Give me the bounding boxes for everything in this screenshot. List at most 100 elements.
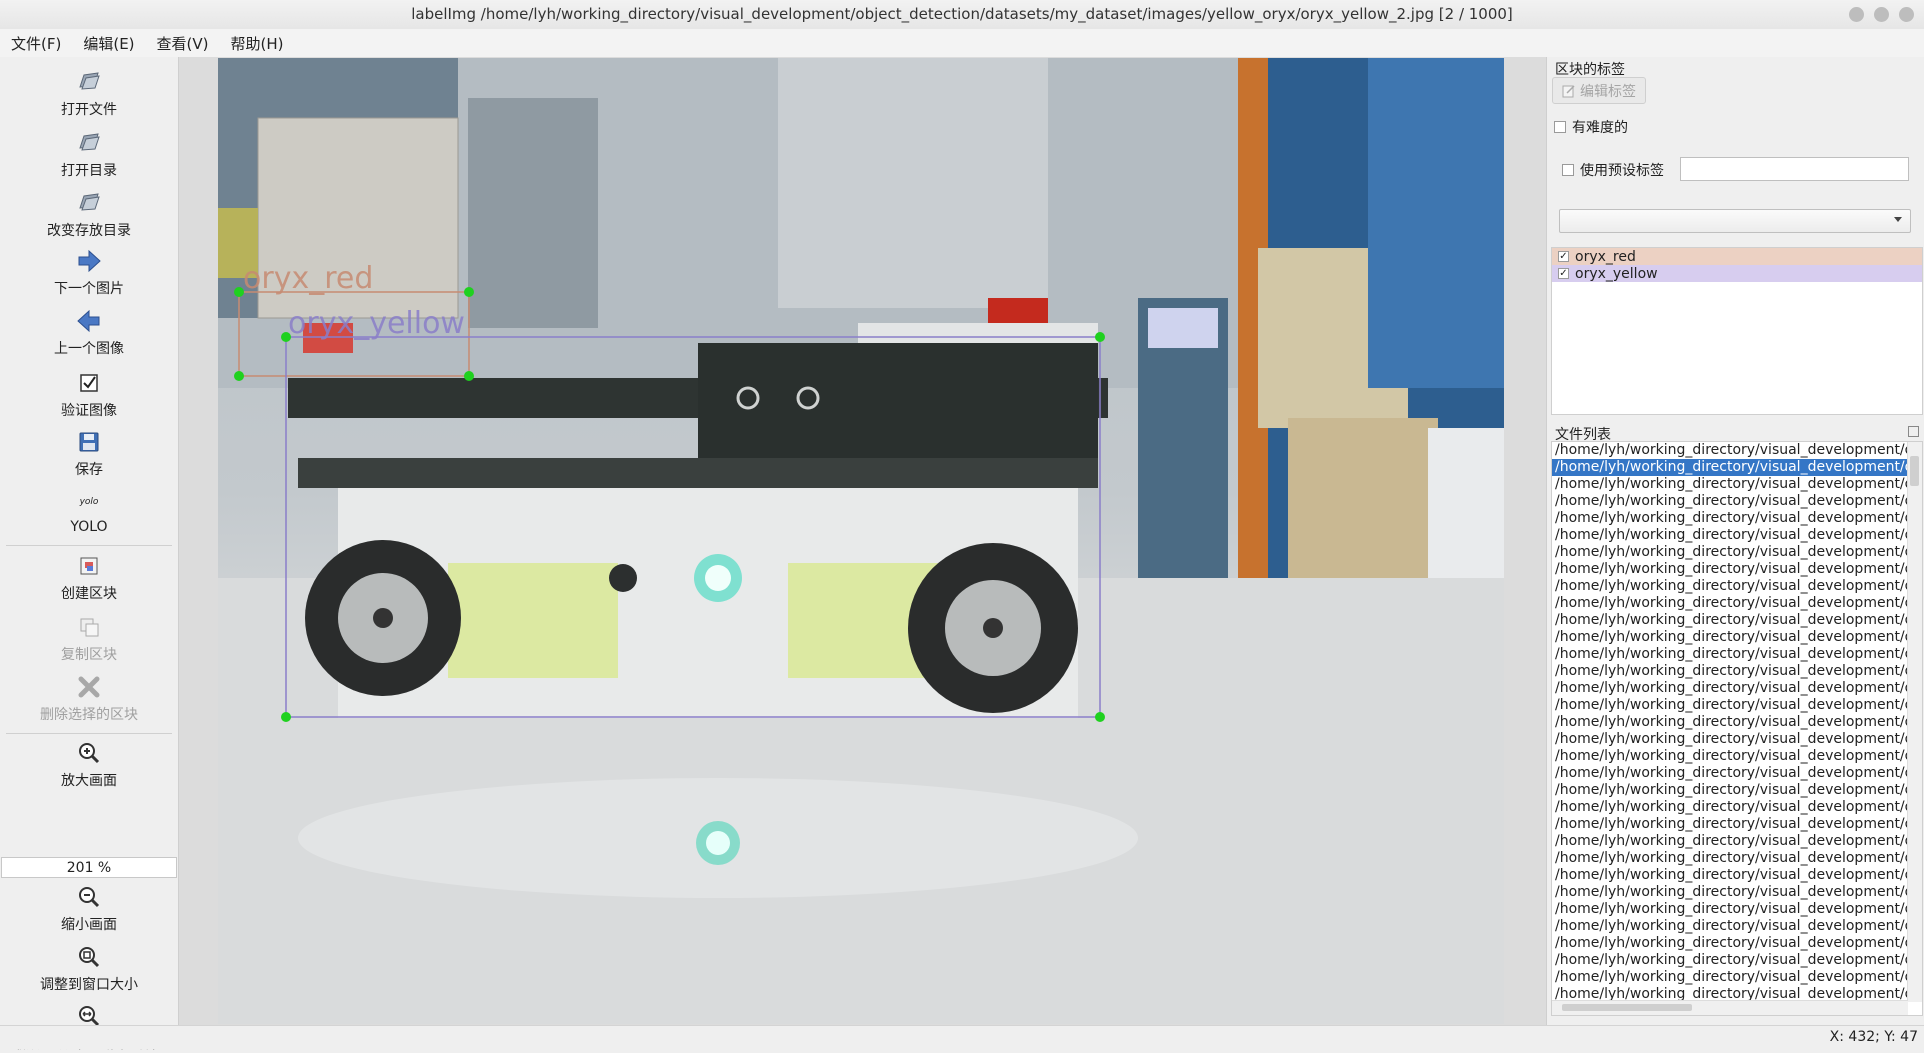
undock-icon[interactable]	[1908, 426, 1919, 437]
fit-window-button[interactable]: 调整到窗口大小	[0, 944, 178, 994]
delete-box-label: 删除选择的区块	[40, 707, 138, 723]
file-list-item[interactable]: /home/lyh/working_directory/visual_devel…	[1552, 952, 1908, 969]
save-button[interactable]: 保存	[0, 429, 178, 479]
file-list-item[interactable]: /home/lyh/working_directory/visual_devel…	[1552, 612, 1908, 629]
create-box-button[interactable]: 创建区块	[0, 553, 178, 603]
format-toggle-button[interactable]: yolo YOLO	[0, 489, 178, 535]
zoom-in-icon	[79, 743, 100, 764]
file-list-item[interactable]: /home/lyh/working_directory/visual_devel…	[1552, 765, 1908, 782]
file-list-item[interactable]: /home/lyh/working_directory/visual_devel…	[1552, 901, 1908, 918]
verify-image-button[interactable]: 验证图像	[0, 370, 178, 420]
file-list-item[interactable]: /home/lyh/working_directory/visual_devel…	[1552, 493, 1908, 510]
label-combo-box[interactable]	[1559, 209, 1911, 233]
create-box-icon	[80, 557, 98, 575]
file-list-item[interactable]: /home/lyh/working_directory/visual_devel…	[1552, 884, 1908, 901]
close-button[interactable]	[1899, 7, 1914, 22]
zoom-in-button[interactable]: 放大画面	[0, 740, 178, 790]
create-box-label: 创建区块	[61, 586, 117, 602]
label-item-checkbox[interactable]: ✓	[1558, 268, 1569, 279]
use-default-label-text: 使用预设标签	[1580, 163, 1664, 179]
open-file-button[interactable]: 打开文件	[0, 69, 178, 119]
file-list-item[interactable]: /home/lyh/working_directory/visual_devel…	[1552, 867, 1908, 884]
robot-photo: oryx_red oryx_yellow	[218, 58, 1504, 1024]
file-list-item[interactable]: /home/lyh/working_directory/visual_devel…	[1552, 799, 1908, 816]
oryx-red-canvas-label: oryx_red	[243, 261, 373, 296]
file-list-item[interactable]: /home/lyh/working_directory/visual_devel…	[1552, 816, 1908, 833]
file-list-item[interactable]: /home/lyh/working_directory/visual_devel…	[1552, 663, 1908, 680]
image-canvas[interactable]: oryx_red oryx_yellow	[218, 58, 1504, 1024]
file-list-item[interactable]: /home/lyh/working_directory/visual_devel…	[1552, 646, 1908, 663]
difficult-checkbox[interactable]: 有难度的	[1554, 117, 1628, 137]
change-save-dir-button[interactable]: 改变存放目录	[0, 190, 178, 240]
menu-edit[interactable]: 编辑(E)	[72, 33, 145, 54]
label-list[interactable]: ✓ oryx_red ✓ oryx_yellow	[1551, 247, 1923, 415]
label-item-name: oryx_yellow	[1575, 265, 1658, 282]
toolbar-separator	[6, 545, 172, 546]
file-list-item[interactable]: /home/lyh/working_directory/visual_devel…	[1552, 442, 1908, 459]
save-icon	[79, 432, 99, 452]
file-list-item[interactable]: /home/lyh/working_directory/visual_devel…	[1552, 680, 1908, 697]
minimize-button[interactable]	[1849, 7, 1864, 22]
copy-icon	[80, 618, 99, 637]
maximize-button[interactable]	[1874, 7, 1889, 22]
zoom-value-field[interactable]: 201 %	[1, 857, 177, 878]
prev-image-button[interactable]: 上一个图像	[0, 308, 178, 358]
checkbox-icon	[80, 374, 98, 392]
fit-window-label: 调整到窗口大小	[40, 977, 138, 993]
file-list-item[interactable]: /home/lyh/working_directory/visual_devel…	[1552, 510, 1908, 527]
file-list-item[interactable]: /home/lyh/working_directory/visual_devel…	[1552, 561, 1908, 578]
right-panel: 区块的标签 编辑标签 有难度的 使用预设标签 ✓ oryx_red ✓ oryx…	[1546, 57, 1924, 1025]
delete-box-button[interactable]: 删除选择的区块	[0, 674, 178, 724]
file-list-item[interactable]: /home/lyh/working_directory/visual_devel…	[1552, 578, 1908, 595]
next-image-button[interactable]: 下一个图片	[0, 248, 178, 298]
scroll-thumb[interactable]	[1910, 456, 1919, 486]
file-list-item[interactable]: /home/lyh/working_directory/visual_devel…	[1552, 476, 1908, 493]
scroll-thumb[interactable]	[1562, 1004, 1692, 1011]
file-list-item[interactable]: /home/lyh/working_directory/visual_devel…	[1552, 935, 1908, 952]
arrow-right-icon	[78, 249, 101, 273]
file-list-item[interactable]: /home/lyh/working_directory/visual_devel…	[1552, 850, 1908, 867]
left-toolbar: 打开文件 打开目录 改变存放目录 下一个图片 上一个图像 验证图像 保存 yol…	[0, 57, 179, 1052]
format-label: YOLO	[70, 519, 108, 535]
file-list-item[interactable]: /home/lyh/working_directory/visual_devel…	[1552, 731, 1908, 748]
duplicate-box-label: 复制区块	[61, 647, 117, 663]
zoom-out-label: 缩小画面	[61, 917, 117, 933]
file-list-item[interactable]: /home/lyh/working_directory/visual_devel…	[1552, 918, 1908, 935]
menu-file[interactable]: 文件(F)	[0, 33, 72, 54]
edit-label-text: 编辑标签	[1580, 83, 1636, 100]
zoom-out-button[interactable]: 缩小画面	[0, 884, 178, 934]
label-item-oryx-red[interactable]: ✓ oryx_red	[1552, 248, 1922, 265]
menu-help[interactable]: 帮助(H)	[220, 33, 295, 54]
file-list-vscrollbar[interactable]	[1907, 442, 1922, 1002]
file-list-item[interactable]: /home/lyh/working_directory/visual_devel…	[1552, 697, 1908, 714]
canvas-area[interactable]: oryx_red oryx_yellow	[179, 57, 1546, 1025]
use-default-label-checkbox[interactable]: 使用预设标签	[1562, 160, 1664, 180]
edit-label-button[interactable]: 编辑标签	[1552, 77, 1646, 104]
menu-view[interactable]: 查看(V)	[146, 33, 220, 54]
file-list-item[interactable]: /home/lyh/working_directory/visual_devel…	[1552, 748, 1908, 765]
open-dir-button[interactable]: 打开目录	[0, 130, 178, 180]
file-list-item[interactable]: /home/lyh/working_directory/visual_devel…	[1552, 595, 1908, 612]
default-label-input[interactable]	[1680, 157, 1909, 181]
open-file-icon	[79, 72, 100, 90]
yolo-icon: yolo	[79, 497, 99, 507]
file-list-item[interactable]: /home/lyh/working_directory/visual_devel…	[1552, 833, 1908, 850]
fit-window-icon	[79, 947, 100, 968]
file-list-item[interactable]: /home/lyh/working_directory/visual_devel…	[1552, 969, 1908, 986]
file-list-item[interactable]: /home/lyh/working_directory/visual_devel…	[1552, 629, 1908, 646]
difficult-checkbox-box[interactable]	[1554, 121, 1566, 133]
difficult-label: 有难度的	[1572, 120, 1628, 136]
file-list-item[interactable]: /home/lyh/working_directory/visual_devel…	[1552, 459, 1908, 476]
edit-icon	[1562, 84, 1575, 97]
label-item-checkbox[interactable]: ✓	[1558, 251, 1569, 262]
file-list[interactable]: /home/lyh/working_directory/visual_devel…	[1551, 441, 1923, 1016]
file-list-item[interactable]: /home/lyh/working_directory/visual_devel…	[1552, 714, 1908, 731]
file-list-item[interactable]: /home/lyh/working_directory/visual_devel…	[1552, 527, 1908, 544]
file-list-item[interactable]: /home/lyh/working_directory/visual_devel…	[1552, 782, 1908, 799]
use-default-label-box[interactable]	[1562, 164, 1574, 176]
file-list-item[interactable]: /home/lyh/working_directory/visual_devel…	[1552, 544, 1908, 561]
file-list-hscrollbar[interactable]	[1552, 1000, 1908, 1015]
zoom-in-label: 放大画面	[61, 773, 117, 789]
duplicate-box-button[interactable]: 复制区块	[0, 614, 178, 664]
label-item-oryx-yellow[interactable]: ✓ oryx_yellow	[1552, 265, 1922, 282]
